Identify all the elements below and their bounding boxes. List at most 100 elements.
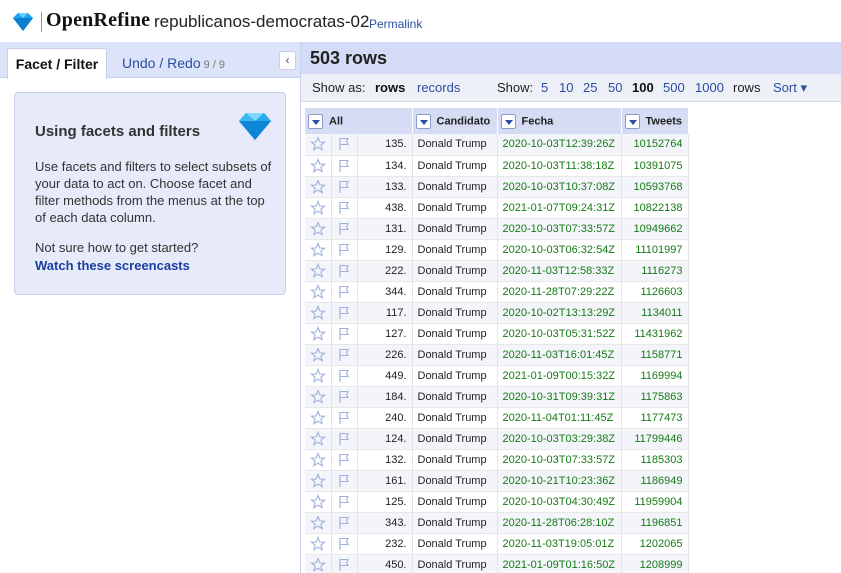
star-icon[interactable] [305, 491, 332, 513]
star-icon[interactable] [305, 260, 332, 282]
star-icon[interactable] [305, 365, 332, 387]
cell-tweets[interactable]: 11431962 [621, 323, 689, 345]
tab-undo-redo[interactable]: Undo / Redo 9 / 9 [112, 48, 235, 79]
cell-candidato[interactable]: Donald Trump [412, 134, 498, 156]
cell-tweets[interactable]: 1202065 [621, 533, 689, 555]
cell-fecha[interactable]: 2020-10-03T10:37:08Z [497, 176, 622, 198]
cell-candidato[interactable]: Donald Trump [412, 281, 498, 303]
cell-fecha[interactable]: 2021-01-09T00:15:32Z [497, 365, 622, 387]
star-icon[interactable] [305, 344, 332, 366]
tab-facet-filter[interactable]: Facet / Filter [7, 48, 107, 79]
star-icon[interactable] [305, 197, 332, 219]
flag-icon[interactable] [331, 449, 358, 471]
cell-fecha[interactable]: 2020-11-04T01:11:45Z [497, 407, 622, 429]
star-icon[interactable] [305, 218, 332, 240]
cell-fecha[interactable]: 2020-11-03T16:01:45Z [497, 344, 622, 366]
column-header-all[interactable]: All [305, 108, 413, 134]
cell-fecha[interactable]: 2020-10-03T06:32:54Z [497, 239, 622, 261]
star-icon[interactable] [305, 239, 332, 261]
cell-tweets[interactable]: 1177473 [621, 407, 689, 429]
cell-fecha[interactable]: 2020-10-03T07:33:57Z [497, 449, 622, 471]
show-as-records[interactable]: records [417, 80, 460, 95]
dropdown-arrow-icon[interactable] [500, 113, 516, 129]
cell-tweets[interactable]: 1186949 [621, 470, 689, 492]
cell-tweets[interactable]: 1134011 [621, 302, 689, 324]
star-icon[interactable] [305, 512, 332, 534]
star-icon[interactable] [305, 428, 332, 450]
cell-tweets[interactable]: 11799446 [621, 428, 689, 450]
cell-fecha[interactable]: 2020-11-03T19:05:01Z [497, 533, 622, 555]
cell-tweets[interactable]: 10822138 [621, 197, 689, 219]
cell-fecha[interactable]: 2020-10-21T10:23:36Z [497, 470, 622, 492]
cell-tweets[interactable]: 1185303 [621, 449, 689, 471]
cell-candidato[interactable]: Donald Trump [412, 176, 498, 198]
page-size-10[interactable]: 10 [559, 80, 573, 95]
flag-icon[interactable] [331, 197, 358, 219]
flag-icon[interactable] [331, 176, 358, 198]
cell-fecha[interactable]: 2020-11-28T06:28:10Z [497, 512, 622, 534]
cell-candidato[interactable]: Donald Trump [412, 386, 498, 408]
page-size-1000[interactable]: 1000 [695, 80, 724, 95]
flag-icon[interactable] [331, 512, 358, 534]
cell-tweets[interactable]: 11959904 [621, 491, 689, 513]
cell-candidato[interactable]: Donald Trump [412, 260, 498, 282]
star-icon[interactable] [305, 407, 332, 429]
star-icon[interactable] [305, 449, 332, 471]
cell-candidato[interactable]: Donald Trump [412, 323, 498, 345]
cell-fecha[interactable]: 2020-11-03T12:58:33Z [497, 260, 622, 282]
page-size-50[interactable]: 50 [608, 80, 622, 95]
column-header-tweets[interactable]: Tweets [621, 108, 689, 134]
cell-candidato[interactable]: Donald Trump [412, 449, 498, 471]
dropdown-arrow-icon[interactable] [308, 113, 323, 129]
cell-tweets[interactable]: 1116273 [621, 260, 689, 282]
column-header-candidato[interactable]: Candidato [412, 108, 498, 134]
cell-candidato[interactable]: Donald Trump [412, 239, 498, 261]
cell-tweets[interactable]: 10593768 [621, 176, 689, 198]
cell-candidato[interactable]: Donald Trump [412, 428, 498, 450]
flag-icon[interactable] [331, 533, 358, 555]
flag-icon[interactable] [331, 218, 358, 240]
flag-icon[interactable] [331, 323, 358, 345]
star-icon[interactable] [305, 470, 332, 492]
diamond-logo-icon[interactable] [10, 12, 36, 32]
cell-tweets[interactable]: 10391075 [621, 155, 689, 177]
permalink-link[interactable]: Permalink [369, 17, 422, 31]
flag-icon[interactable] [331, 155, 358, 177]
star-icon[interactable] [305, 176, 332, 198]
flag-icon[interactable] [331, 344, 358, 366]
project-name[interactable]: republicanos-democratas-02 [154, 12, 369, 32]
cell-tweets[interactable]: 10152764 [621, 134, 689, 156]
cell-fecha[interactable]: 2020-10-03T04:30:49Z [497, 491, 622, 513]
cell-tweets[interactable]: 1158771 [621, 344, 689, 366]
star-icon[interactable] [305, 302, 332, 324]
flag-icon[interactable] [331, 491, 358, 513]
cell-tweets[interactable]: 1169994 [621, 365, 689, 387]
cell-candidato[interactable]: Donald Trump [412, 365, 498, 387]
cell-tweets[interactable]: 1196851 [621, 512, 689, 534]
cell-tweets[interactable]: 1126603 [621, 281, 689, 303]
app-logo-text[interactable]: OpenRefine [46, 9, 150, 32]
flag-icon[interactable] [331, 428, 358, 450]
cell-fecha[interactable]: 2020-10-03T11:38:18Z [497, 155, 622, 177]
star-icon[interactable] [305, 533, 332, 555]
star-icon[interactable] [305, 386, 332, 408]
star-icon[interactable] [305, 155, 332, 177]
show-as-rows[interactable]: rows [375, 80, 405, 95]
cell-candidato[interactable]: Donald Trump [412, 491, 498, 513]
star-icon[interactable] [305, 554, 332, 573]
page-size-25[interactable]: 25 [583, 80, 597, 95]
cell-fecha[interactable]: 2020-10-03T07:33:57Z [497, 218, 622, 240]
flag-icon[interactable] [331, 554, 358, 573]
page-size-5[interactable]: 5 [541, 80, 548, 95]
dropdown-arrow-icon[interactable] [415, 113, 431, 129]
cell-candidato[interactable]: Donald Trump [412, 344, 498, 366]
dropdown-arrow-icon[interactable] [624, 113, 640, 129]
cell-candidato[interactable]: Donald Trump [412, 155, 498, 177]
star-icon[interactable] [305, 134, 332, 156]
star-icon[interactable] [305, 281, 332, 303]
cell-candidato[interactable]: Donald Trump [412, 512, 498, 534]
flag-icon[interactable] [331, 134, 358, 156]
cell-fecha[interactable]: 2021-01-07T09:24:31Z [497, 197, 622, 219]
star-icon[interactable] [305, 323, 332, 345]
collapse-panel-button[interactable]: ‹ [279, 51, 296, 70]
